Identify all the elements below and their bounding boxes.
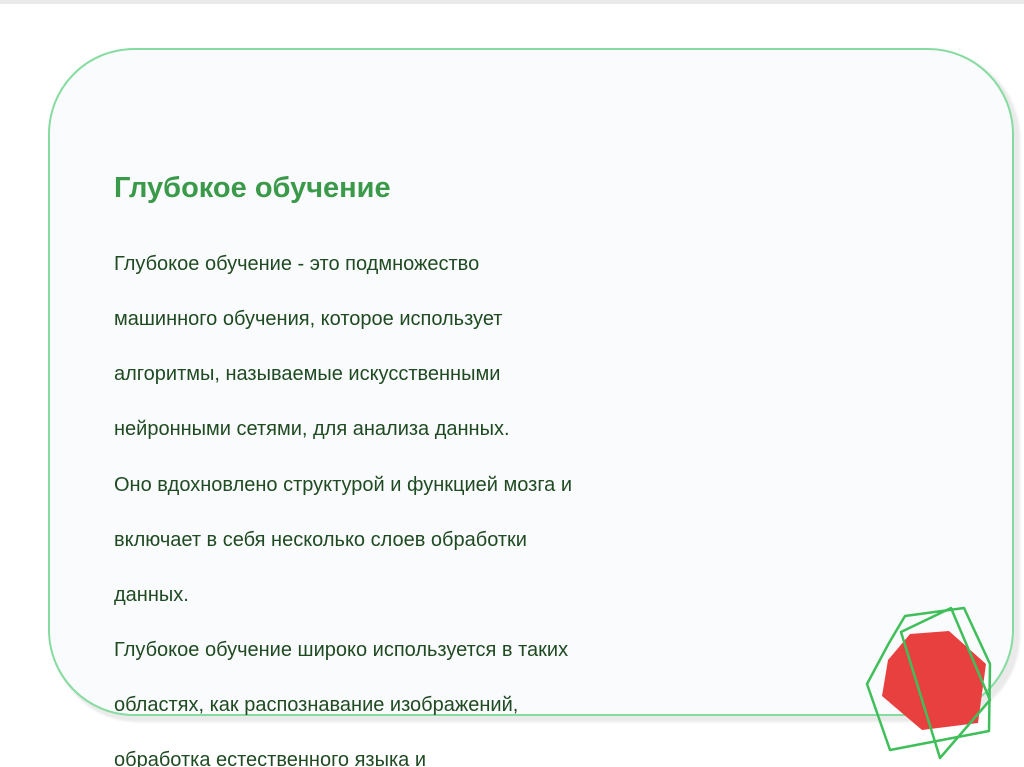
top-divider — [0, 0, 1024, 4]
slide-page: Глубокое обучение Глубокое обучение - эт… — [0, 0, 1024, 767]
slide-title: Глубокое обучение — [114, 172, 391, 204]
body-line: Глубокое обучение широко используется в … — [114, 639, 569, 661]
red-heptagon-icon — [865, 606, 992, 760]
body-line: алгоритмы, называемые искусственными — [114, 363, 501, 385]
body-line: машинного обучения, которое использует — [114, 308, 503, 330]
body-line: Глубокое обучение - это подмножество — [114, 253, 480, 275]
body-line: обработка естественного языка и — [114, 749, 427, 767]
body-line: областях, как распознавание изображений, — [114, 694, 519, 716]
body-line: нейронными сетями, для анализа данных. — [114, 418, 510, 440]
body-line: Оно вдохновлено структурой и функцией мо… — [114, 474, 573, 496]
red-heptagon-shape — [882, 631, 986, 730]
body-line: данных. — [114, 584, 189, 606]
body-line: включает в себя несколько слоев обработк… — [114, 529, 527, 551]
